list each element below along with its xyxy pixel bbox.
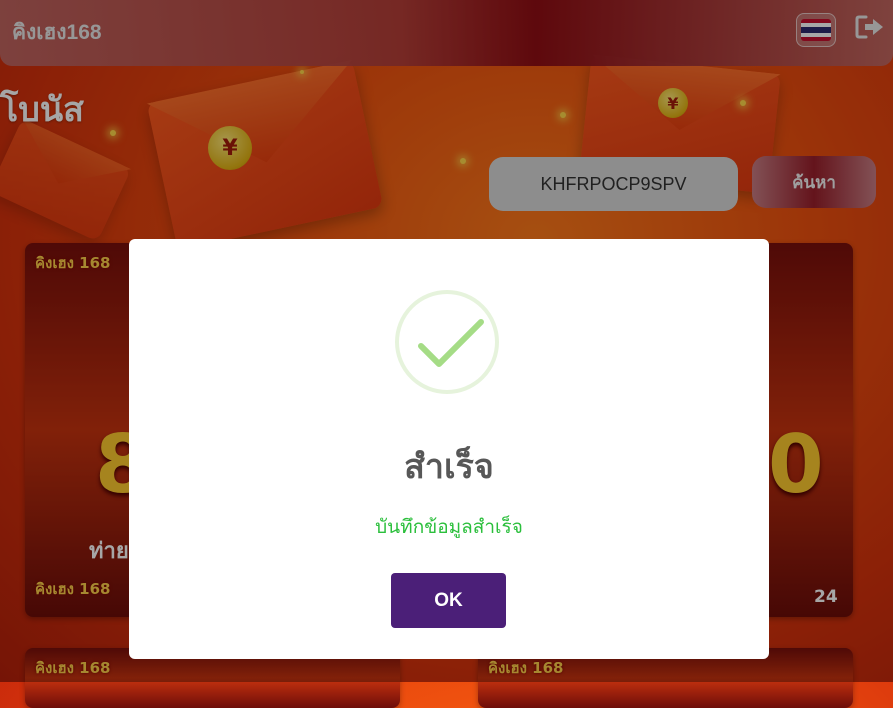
success-circle: [395, 290, 499, 394]
dialog-message: บันทึกข้อมูลสำเร็จ: [375, 517, 523, 538]
checkmark-icon: [418, 319, 484, 367]
dialog-title: สำเร็จ: [404, 448, 494, 486]
success-dialog: สำเร็จ บันทึกข้อมูลสำเร็จ OK: [129, 239, 769, 659]
ok-button[interactable]: OK: [391, 573, 506, 628]
